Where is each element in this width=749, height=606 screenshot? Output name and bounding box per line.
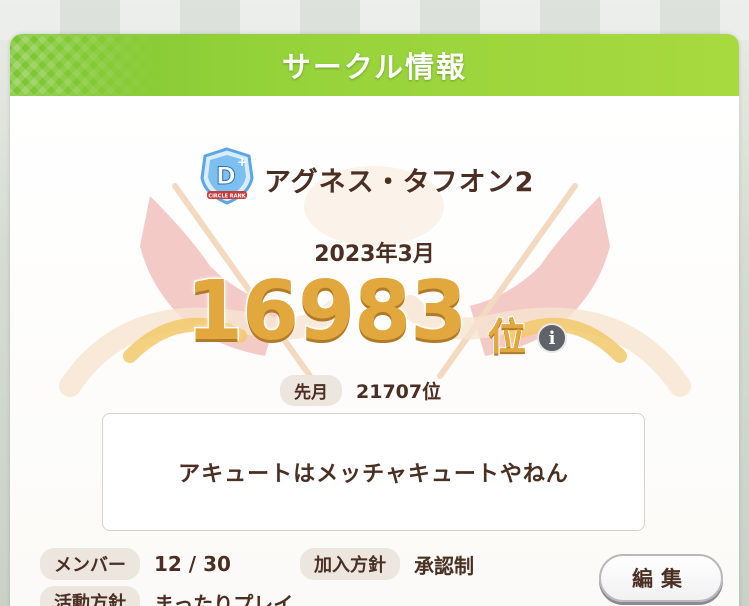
circle-rank-badge-icon: D + CIRCLE RANK <box>200 147 254 205</box>
dialog-title: サークル情報 <box>281 50 468 84</box>
svg-text:CIRCLE RANK: CIRCLE RANK <box>208 194 246 200</box>
activity-policy-field: 活動方針 まったりプレイ <box>40 586 293 606</box>
last-month-rank: 先月 21707位 <box>280 374 442 406</box>
circle-name: アグネス・タフオン2 <box>264 167 535 198</box>
last-month-value: 21707位 <box>356 380 442 403</box>
svg-text:D: D <box>216 162 236 190</box>
rank-unit: 位 <box>487 314 527 360</box>
join-policy-label: 加入方針 <box>300 548 400 580</box>
svg-text:+: + <box>237 155 247 169</box>
join-policy-field: 加入方針 承認制 <box>300 548 474 580</box>
circle-info-dialog: サークル情報 D + CIRCLE RANK アグネス・タフオン2 2023年3… <box>10 34 739 606</box>
members-value: 12 / 30 <box>154 552 231 576</box>
current-rank-number: 16983 <box>184 263 468 361</box>
info-icon: i <box>548 327 556 349</box>
activity-policy-value: まったりプレイ <box>154 591 294 606</box>
last-month-label: 先月 <box>280 374 342 406</box>
dialog-body: D + CIRCLE RANK アグネス・タフオン2 2023年3月 16983… <box>10 96 739 606</box>
circle-comment: アキュートはメッチャキュートやねん <box>178 462 569 487</box>
members-field: メンバー 12 / 30 <box>40 548 231 580</box>
join-policy-value: 承認制 <box>414 553 474 578</box>
dialog-header: サークル情報 <box>10 34 739 96</box>
activity-policy-label: 活動方針 <box>40 586 140 606</box>
circle-comment-box: アキュートはメッチャキュートやねん <box>102 413 645 531</box>
edit-button[interactable]: 編集 <box>599 554 723 602</box>
ranking-info-button[interactable]: i <box>537 323 567 353</box>
members-label: メンバー <box>40 548 140 580</box>
